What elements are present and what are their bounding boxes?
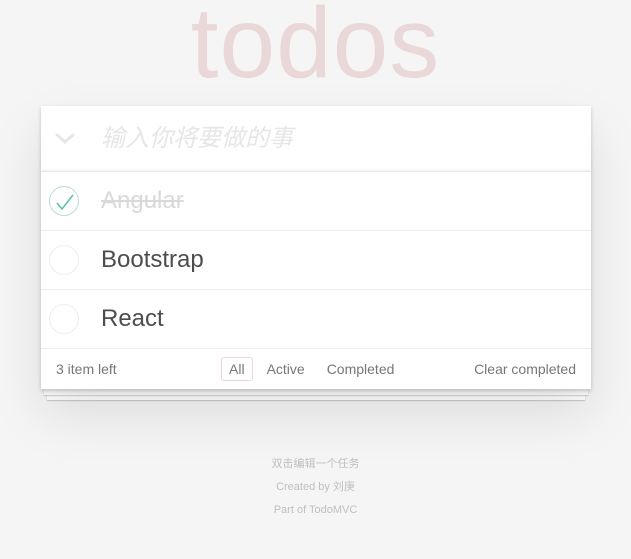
stack-shadow-1 — [44, 389, 588, 395]
todo-checkbox[interactable] — [49, 186, 79, 216]
todo-checkbox[interactable] — [49, 245, 79, 275]
app-title: todos — [190, 0, 441, 99]
chevron-down-icon — [55, 133, 75, 144]
check-icon — [56, 194, 74, 211]
todo-item[interactable]: Angular — [41, 172, 591, 231]
filters: All Active Completed — [221, 357, 402, 381]
clear-completed-button[interactable]: Clear completed — [474, 361, 576, 377]
info-part-of: Part of TodoMVC — [273, 504, 358, 516]
info-footer: 双击编辑一个任务 Created by 刘庚 Part of TodoMVC — [0, 453, 631, 522]
stack-shadow-2 — [47, 395, 585, 400]
todo-label: Angular — [101, 187, 184, 214]
filter-all[interactable]: All — [221, 357, 253, 381]
todo-footer: 3 item left All Active Completed Clear c… — [41, 349, 591, 389]
todo-app: Angular Bootstrap React 3 item left All … — [41, 106, 591, 389]
todo-item[interactable]: Bootstrap — [41, 231, 591, 290]
toggle-all-button[interactable] — [41, 106, 89, 171]
todo-item[interactable]: React — [41, 290, 591, 349]
filter-completed[interactable]: Completed — [319, 357, 403, 381]
todo-checkbox[interactable] — [49, 304, 79, 334]
todo-count: 3 item left — [56, 361, 117, 377]
todo-header — [41, 106, 591, 172]
todo-label: Bootstrap — [101, 246, 204, 273]
info-hint: 双击编辑一个任务 — [271, 458, 360, 470]
todo-label: React — [101, 305, 164, 332]
new-todo-input[interactable] — [101, 106, 581, 171]
todo-list: Angular Bootstrap React — [41, 172, 591, 349]
filter-active[interactable]: Active — [259, 357, 313, 381]
info-credit: Created by 刘庚 — [276, 481, 355, 493]
